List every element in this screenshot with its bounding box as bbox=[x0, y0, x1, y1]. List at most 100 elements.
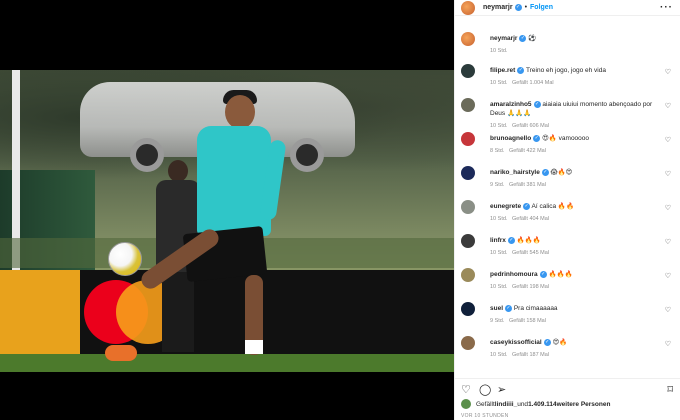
comment-username[interactable]: nariko_hairstyle bbox=[490, 169, 540, 176]
bookmark-icon[interactable]: ⌑ bbox=[667, 383, 673, 396]
comment-likes[interactable]: Gefällt 381 Mal bbox=[509, 182, 546, 188]
heart-icon[interactable]: ♡ bbox=[665, 68, 671, 76]
comment-username[interactable]: amaralzinho5 bbox=[490, 101, 532, 108]
player-figure bbox=[105, 90, 287, 361]
comment-meta: 10 Std. Gefällt 198 Mal bbox=[490, 284, 549, 290]
avatar[interactable] bbox=[461, 166, 475, 180]
comment-likes[interactable]: Gefällt 545 Mal bbox=[512, 250, 549, 256]
banner-left-panel bbox=[0, 270, 80, 354]
comment-line: filipe.ret ✓ Treino eh jogo, jogo eh vida bbox=[490, 66, 660, 75]
avatar[interactable] bbox=[461, 302, 475, 316]
verified-badge-icon: ✓ bbox=[541, 168, 549, 176]
more-horizontal-icon[interactable]: ··· bbox=[660, 2, 673, 13]
comment-username[interactable]: brunoagnello bbox=[490, 135, 531, 142]
comment-time: 10 Std. bbox=[490, 216, 508, 222]
comment-likes[interactable]: Gefällt 422 Mal bbox=[509, 148, 546, 154]
avatar[interactable] bbox=[461, 64, 475, 78]
comment-username[interactable]: suel bbox=[490, 305, 503, 312]
comment-time: 10 Std. bbox=[490, 250, 508, 256]
avatar[interactable] bbox=[461, 268, 475, 282]
comment-time: 10 Std. bbox=[490, 80, 508, 86]
post-header: neymarjr ✓ • Folgen ··· bbox=[455, 0, 680, 16]
caption-text: ⚽️ bbox=[528, 35, 537, 42]
comment-text: 😍🔥 bbox=[552, 339, 568, 346]
comment-meta: 9 Std. Gefällt 158 Mal bbox=[490, 318, 546, 324]
verified-badge-icon: ✓ bbox=[505, 304, 513, 312]
player-boot bbox=[105, 345, 137, 361]
avatar[interactable] bbox=[461, 336, 475, 350]
car-wheel bbox=[290, 138, 324, 172]
likes-suffix[interactable]: weitere Personen bbox=[557, 401, 611, 408]
comment-text: 😍🔥 vamooooo bbox=[541, 135, 590, 142]
comment-text: Pra cimaaaaaa bbox=[513, 305, 558, 312]
avatar[interactable] bbox=[461, 132, 475, 146]
football bbox=[108, 242, 142, 276]
verified-badge-icon: ✓ bbox=[523, 202, 531, 210]
avatar[interactable] bbox=[461, 200, 475, 214]
verified-badge-icon: ✓ bbox=[519, 34, 527, 42]
verified-badge-icon: ✓ bbox=[543, 338, 551, 346]
heart-icon[interactable]: ♡ bbox=[665, 204, 671, 212]
heart-icon[interactable]: ♡ bbox=[665, 272, 671, 280]
comment-line: nariko_hairstyle ✓ 😱🔥😍 bbox=[490, 168, 660, 177]
heart-icon[interactable]: ♡ bbox=[461, 383, 471, 396]
post-timestamp[interactable]: VOR 10 STUNDEN bbox=[461, 413, 509, 419]
comment-line: caseykissofficial ✓ 😍🔥 bbox=[490, 338, 660, 347]
header-username[interactable]: neymarjr bbox=[483, 4, 513, 11]
comment-likes[interactable]: Gefällt 187 Mal bbox=[512, 352, 549, 358]
comment-time: 10 Std. bbox=[490, 284, 508, 290]
heart-icon[interactable]: ♡ bbox=[665, 238, 671, 246]
share-icon[interactable]: ➢ bbox=[497, 383, 506, 396]
comment-likes[interactable]: Gefällt 606 Mal bbox=[512, 123, 549, 129]
player-head bbox=[225, 95, 255, 129]
avatar[interactable] bbox=[461, 98, 475, 112]
verified-badge-icon: ✓ bbox=[507, 236, 515, 244]
comment-likes[interactable]: Gefällt 1.004 Mal bbox=[512, 80, 554, 86]
comment-text: Treino eh jogo, jogo eh vida bbox=[526, 67, 606, 74]
comment-meta: 9 Std. Gefällt 381 Mal bbox=[490, 182, 546, 188]
avatar[interactable] bbox=[461, 399, 471, 409]
avatar[interactable] bbox=[461, 0, 475, 15]
post-photo[interactable] bbox=[0, 70, 454, 372]
comment-username[interactable]: pedrinhomoura bbox=[490, 271, 538, 278]
heart-icon[interactable]: ♡ bbox=[665, 102, 671, 110]
heart-icon[interactable]: ♡ bbox=[665, 340, 671, 348]
comment-meta: 8 Std. Gefällt 422 Mal bbox=[490, 148, 546, 154]
comment-icon[interactable]: ◯ bbox=[479, 383, 491, 396]
likes-count[interactable]: 1.409.114 bbox=[528, 401, 557, 408]
heart-icon[interactable]: ♡ bbox=[665, 170, 671, 178]
likes-middle: und bbox=[517, 400, 529, 408]
comment-text: 🔥🔥🔥 bbox=[516, 237, 541, 244]
comment-meta: 10 Std. Gefällt 545 Mal bbox=[490, 250, 549, 256]
verified-badge-icon: ✓ bbox=[539, 270, 547, 278]
action-bar: ♡ ◯ ➢ ⌑ bbox=[455, 378, 680, 396]
post-media bbox=[0, 0, 454, 420]
avatar[interactable] bbox=[461, 32, 475, 46]
comment-username[interactable]: eunegrete bbox=[490, 203, 521, 210]
comment-username[interactable]: caseykissofficial bbox=[490, 339, 542, 346]
comment-time: 9 Std. bbox=[490, 182, 505, 188]
likes-prefix: Gefällt bbox=[476, 400, 495, 408]
caption-username[interactable]: neymarjr bbox=[490, 35, 517, 42]
comment-likes[interactable]: Gefällt 198 Mal bbox=[512, 284, 549, 290]
comment-username[interactable]: filipe.ret bbox=[490, 67, 515, 74]
heart-icon[interactable]: ♡ bbox=[665, 306, 671, 314]
caption-time: 10 Std. bbox=[490, 48, 508, 54]
caption-line: neymarjr ✓ ⚽️ bbox=[490, 34, 660, 43]
comment-likes[interactable]: Gefällt 158 Mal bbox=[509, 318, 546, 324]
comment-text: Aí calica 🔥🔥 bbox=[531, 203, 575, 210]
separator-dot: • bbox=[524, 4, 528, 11]
avatar[interactable] bbox=[461, 234, 475, 248]
follow-button[interactable]: Folgen bbox=[530, 4, 553, 11]
comment-time: 10 Std. bbox=[490, 123, 508, 129]
comment-text: 😱🔥😍 bbox=[550, 169, 573, 176]
comment-line: eunegrete ✓ Aí calica 🔥🔥 bbox=[490, 202, 660, 211]
verified-badge-icon: ✓ bbox=[514, 4, 522, 11]
comment-username[interactable]: linfrx bbox=[490, 237, 506, 244]
likes-user[interactable]: lindiiii_ bbox=[495, 401, 517, 408]
heart-icon[interactable]: ♡ bbox=[665, 136, 671, 144]
comment-line: linfrx ✓ 🔥🔥🔥 bbox=[490, 236, 660, 245]
comment-likes[interactable]: Gefällt 404 Mal bbox=[512, 216, 549, 222]
comment-meta: 10 Std. Gefällt 606 Mal bbox=[490, 123, 549, 129]
comment-line: pedrinhomoura ✓ 🔥🔥🔥 bbox=[490, 270, 660, 279]
